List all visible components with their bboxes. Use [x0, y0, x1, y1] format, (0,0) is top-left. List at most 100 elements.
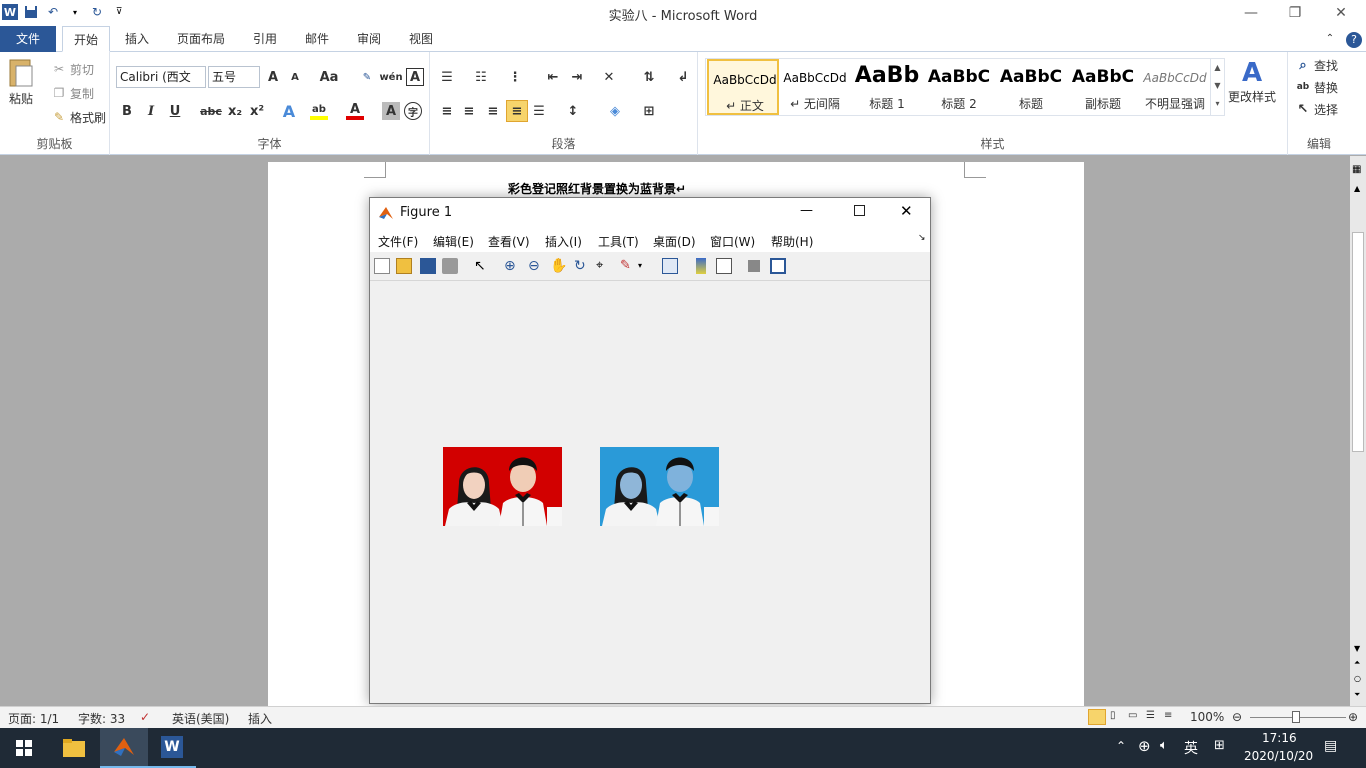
justify-button[interactable]: ≡ [506, 100, 528, 122]
tab-page-layout[interactable]: 页面布局 [170, 26, 232, 52]
align-left-button[interactable]: ≡ [438, 102, 456, 120]
underline-button[interactable]: U [166, 102, 184, 120]
pan-hand-icon[interactable]: ✋ [550, 258, 567, 274]
paste-button[interactable]: 粘贴 [6, 56, 36, 107]
start-button[interactable] [0, 728, 48, 768]
find-button[interactable]: ⌕ 查找 [1294, 56, 1338, 74]
font-color-button[interactable]: A [346, 102, 364, 120]
select-pointer-icon[interactable]: ↖ [474, 258, 490, 274]
style-heading-1[interactable]: AaBb 标题 1 [851, 59, 923, 115]
shading-button[interactable]: ◈ [606, 102, 624, 120]
grow-font-button[interactable]: A [264, 68, 282, 86]
data-cursor-icon[interactable]: ⌖ [596, 258, 612, 274]
brush-data-icon[interactable]: ✎ [620, 258, 636, 274]
zoom-out-button[interactable]: ⊖ [1232, 710, 1242, 724]
scroll-thumb[interactable] [1352, 232, 1364, 452]
full-screen-reading-icon[interactable]: ▯ [1110, 710, 1116, 721]
menu-desktop[interactable]: 桌面(D) [653, 233, 696, 250]
figure-close-button[interactable]: ✕ [900, 202, 913, 220]
change-case-button[interactable]: Aa [318, 68, 340, 86]
ime-indicator[interactable]: 英 [1184, 738, 1198, 758]
style-normal[interactable]: AaBbCcDd ↵ 正文 [707, 59, 779, 115]
menu-help[interactable]: 帮助(H) [771, 233, 813, 250]
enclose-characters-button[interactable]: 字 [404, 102, 422, 120]
style-subtitle[interactable]: AaBbC 副标题 [1067, 59, 1139, 115]
menu-view[interactable]: 查看(V) [488, 233, 530, 250]
network-globe-icon[interactable]: ⊕ [1138, 737, 1151, 755]
italic-button[interactable]: I [142, 102, 160, 120]
text-effects-button[interactable]: A [280, 102, 298, 121]
strikethrough-button[interactable]: abc [200, 102, 222, 120]
new-figure-icon[interactable] [374, 258, 390, 274]
style-no-spacing[interactable]: AaBbCcDd ↵ 无间隔 [779, 59, 851, 115]
distributed-button[interactable]: ☰ [530, 102, 548, 120]
notification-icon[interactable]: ▤ [1324, 738, 1337, 754]
dock-icon[interactable]: ↘ [918, 233, 926, 243]
open-file-icon[interactable] [396, 258, 412, 274]
zoom-out-icon[interactable]: ⊖ [528, 258, 544, 274]
line-spacing-button[interactable]: ↕ [564, 102, 582, 120]
colorbar-icon[interactable] [696, 258, 706, 274]
show-plot-tools-icon[interactable] [770, 258, 786, 274]
gallery-scroll-icon[interactable]: ▲ ▼ ▾ [1210, 59, 1224, 115]
replace-button[interactable]: ab 替换 [1294, 78, 1338, 96]
zoom-slider-thumb[interactable] [1292, 711, 1300, 723]
zoom-level[interactable]: 100% [1190, 710, 1224, 724]
style-heading-2[interactable]: AaBbC 标题 2 [923, 59, 995, 115]
scroll-up-icon[interactable]: ▲ [1354, 184, 1360, 193]
restore-button[interactable]: ❐ [1272, 2, 1318, 24]
multilevel-list-button[interactable]: ⋮ [506, 68, 524, 86]
save-figure-icon[interactable] [420, 258, 436, 274]
print-icon[interactable] [442, 258, 458, 274]
change-styles-button[interactable]: A 更改样式 [1228, 58, 1276, 105]
draft-view-icon[interactable]: ≡ [1164, 710, 1172, 721]
word-count[interactable]: 字数: 33 [78, 710, 125, 727]
superscript-button[interactable]: x² [248, 102, 266, 120]
font-name-select[interactable]: Calibri (西文 [116, 66, 206, 88]
close-button[interactable]: ✕ [1318, 2, 1364, 24]
menu-window[interactable]: 窗口(W) [710, 233, 755, 250]
style-subtle-emphasis[interactable]: AaBbCcDd 不明显强调 [1139, 59, 1211, 115]
print-layout-icon[interactable] [1088, 709, 1106, 725]
scroll-down-icon[interactable]: ▼ [1354, 644, 1360, 653]
vertical-scrollbar[interactable]: ▦ ▲ ▼ ⏶ ○ ⏷ [1350, 156, 1366, 706]
hide-plot-tools-icon[interactable] [748, 260, 760, 272]
borders-button[interactable]: ⊞ [640, 102, 658, 120]
phonetic-guide-button[interactable]: wén [379, 68, 402, 86]
link-plot-icon[interactable] [662, 258, 678, 274]
align-center-button[interactable]: ≡ [460, 102, 478, 120]
collapse-ribbon-icon[interactable]: ⌃ [1322, 26, 1338, 52]
minimize-button[interactable]: — [1228, 2, 1274, 24]
proofing-icon[interactable]: ✓ [140, 710, 150, 724]
tab-file[interactable]: 文件 [0, 26, 56, 52]
tab-insert[interactable]: 插入 [118, 26, 156, 52]
font-size-select[interactable]: 五号 [208, 66, 260, 88]
language-status[interactable]: 英语(美国) [172, 710, 229, 727]
figure-maximize-button[interactable] [854, 205, 865, 216]
outline-view-icon[interactable]: ☰ [1146, 710, 1155, 721]
clear-formatting-button[interactable]: ✎ [358, 68, 376, 86]
word-taskbar-button[interactable]: W [148, 728, 196, 768]
help-icon[interactable]: ? [1344, 26, 1364, 52]
legend-icon[interactable] [716, 258, 732, 274]
subscript-button[interactable]: x₂ [226, 102, 244, 120]
style-title[interactable]: AaBbC 标题 [995, 59, 1067, 115]
decrease-indent-button[interactable]: ⇤ [544, 68, 562, 86]
copy-button[interactable]: ❐ 复制 [50, 84, 94, 102]
menu-insert[interactable]: 插入(I) [545, 233, 582, 250]
figure-minimize-button[interactable]: — [800, 203, 813, 218]
tab-home[interactable]: 开始 [62, 26, 110, 52]
menu-tools[interactable]: 工具(T) [598, 233, 639, 250]
ime-grid-icon[interactable]: ⊞ [1214, 738, 1225, 753]
zoom-in-icon[interactable]: ⊕ [504, 258, 520, 274]
bullets-button[interactable]: ☰ [438, 68, 456, 86]
character-shading-button[interactable]: A [382, 102, 400, 120]
matlab-taskbar-button[interactable] [100, 728, 148, 768]
zoom-in-button[interactable]: ⊕ [1348, 710, 1358, 724]
menu-edit[interactable]: 编辑(E) [433, 233, 474, 250]
sort-button[interactable]: ⇅ [640, 68, 658, 86]
numbering-button[interactable]: ☷ [472, 68, 490, 86]
page-count[interactable]: 页面: 1/1 [8, 710, 59, 727]
format-painter-button[interactable]: ✎ 格式刷 [50, 108, 106, 126]
next-page-icon[interactable]: ⏷ [1354, 690, 1360, 700]
